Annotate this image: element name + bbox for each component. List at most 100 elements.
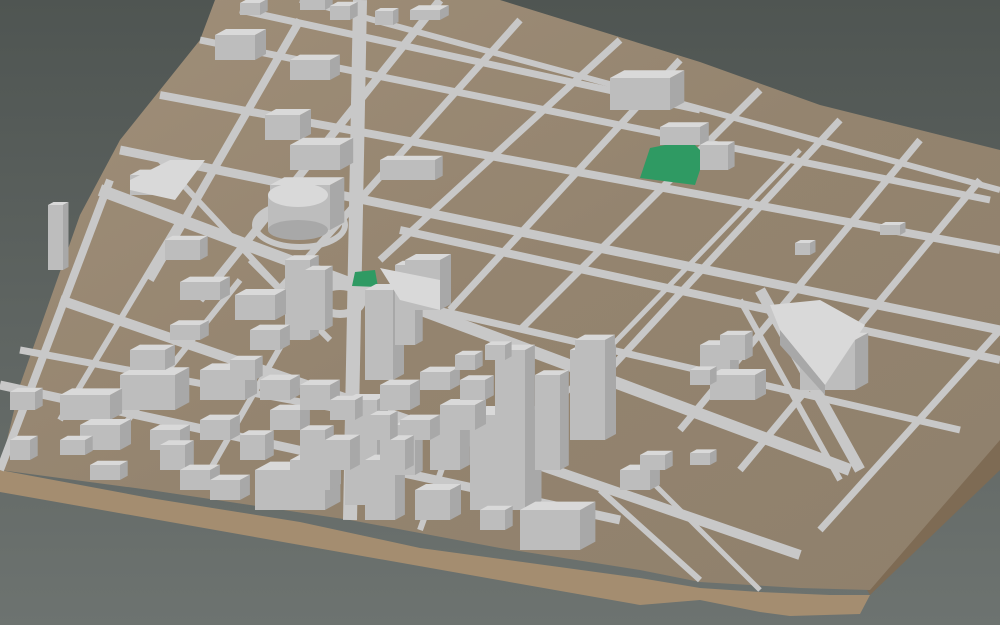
building-face-front	[235, 295, 275, 320]
building-face-front	[165, 240, 200, 260]
building-face-front	[370, 415, 390, 440]
building-face-side	[450, 484, 461, 520]
building	[575, 334, 615, 395]
building-face-side	[745, 330, 753, 360]
building-face-front	[330, 400, 355, 420]
building-face-side	[435, 155, 443, 180]
building-face-front	[485, 345, 505, 360]
building	[130, 344, 175, 370]
building-face-side	[265, 430, 274, 460]
building	[48, 202, 69, 270]
building-face-front	[240, 3, 260, 15]
building-face-front	[380, 160, 435, 180]
building-face-side	[330, 177, 345, 230]
building-face-side	[200, 235, 208, 260]
building	[265, 109, 311, 140]
building-face-front	[170, 325, 200, 340]
building-face-side	[580, 501, 596, 550]
building	[460, 375, 494, 400]
building	[690, 366, 717, 385]
building-face-side	[855, 332, 869, 390]
building-face-side	[325, 265, 333, 330]
building-face-front	[710, 375, 755, 400]
building-face-front	[10, 392, 35, 410]
building-face-front	[610, 78, 670, 110]
building-face-side	[505, 505, 513, 530]
building-face-front	[795, 243, 810, 255]
tower-base	[268, 220, 328, 240]
building	[380, 379, 420, 410]
building-face-front	[690, 370, 710, 385]
building	[230, 355, 263, 380]
building-face-front	[290, 145, 340, 170]
building-face-side	[63, 202, 69, 270]
building-face-front	[300, 430, 325, 460]
building-face-front	[380, 385, 410, 410]
tower-roof	[268, 183, 328, 207]
building	[240, 0, 268, 15]
building-face-side	[255, 355, 263, 380]
building-face-front	[535, 375, 560, 470]
building-face-front	[160, 445, 185, 470]
building	[660, 122, 709, 145]
building-face-front	[375, 11, 393, 25]
building-face-front	[690, 453, 710, 465]
building-face-front	[48, 205, 63, 270]
building	[240, 430, 274, 460]
building	[375, 8, 399, 25]
building	[290, 54, 340, 80]
building	[610, 70, 685, 110]
building	[410, 5, 449, 20]
building-face-side	[393, 8, 399, 25]
building	[90, 460, 128, 480]
building	[880, 222, 906, 235]
building	[235, 289, 286, 320]
building	[700, 141, 735, 170]
park-area	[352, 270, 378, 287]
building-face-front	[250, 330, 280, 350]
building-face-front	[240, 435, 265, 460]
building-face-side	[605, 334, 615, 395]
building-face-side	[350, 434, 360, 470]
building-face-front	[90, 465, 120, 480]
building-face-front	[215, 35, 255, 60]
building-face-front	[265, 115, 300, 140]
building-face-front	[180, 282, 220, 300]
building	[330, 1, 358, 21]
building-face-front	[270, 410, 300, 430]
building	[480, 505, 513, 530]
building	[60, 388, 123, 420]
building-face-front	[300, 385, 330, 410]
building-face-front	[380, 440, 405, 470]
cylindrical-tower	[268, 183, 328, 240]
building	[10, 387, 43, 410]
building	[520, 501, 596, 550]
building	[260, 374, 300, 400]
building	[60, 435, 93, 455]
building	[200, 414, 240, 440]
building-face-side	[525, 344, 535, 420]
building-face-front	[290, 460, 330, 490]
building-face-front	[470, 415, 525, 510]
building	[10, 435, 38, 460]
building-face-front	[130, 350, 165, 370]
building-face-front	[700, 145, 728, 170]
building	[440, 399, 486, 430]
building-face-front	[330, 6, 350, 20]
building	[415, 484, 461, 520]
building	[710, 369, 766, 400]
building	[305, 265, 333, 330]
building-face-side	[355, 395, 363, 420]
building	[485, 341, 512, 360]
building	[455, 350, 483, 370]
building	[325, 434, 360, 470]
building	[690, 449, 717, 465]
building-face-side	[440, 254, 451, 310]
building-face-front	[575, 340, 605, 395]
building-face-front	[120, 375, 175, 410]
building-face-front	[60, 395, 110, 420]
building	[170, 320, 209, 340]
building	[290, 137, 354, 170]
building	[640, 450, 673, 470]
building-face-front	[305, 270, 325, 330]
